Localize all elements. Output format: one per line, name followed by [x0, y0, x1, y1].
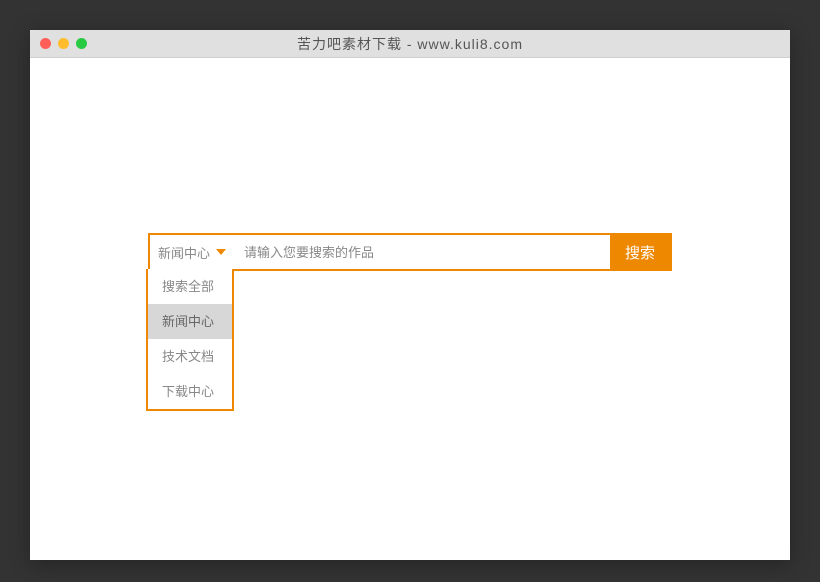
- app-window: 苦力吧素材下载 - www.kuli8.com 新闻中心 搜索 搜索全部新闻中心…: [30, 30, 790, 560]
- category-selected-label: 新闻中心: [158, 243, 210, 262]
- traffic-lights: [40, 38, 87, 49]
- search-button[interactable]: 搜索: [610, 235, 670, 269]
- search-bar: 新闻中心 搜索: [148, 233, 672, 271]
- close-window-button[interactable]: [40, 38, 51, 49]
- window-title: 苦力吧素材下载 - www.kuli8.com: [30, 30, 790, 58]
- minimize-window-button[interactable]: [58, 38, 69, 49]
- chevron-down-icon: [216, 249, 226, 255]
- category-select[interactable]: 新闻中心: [150, 235, 234, 269]
- search-input[interactable]: [234, 235, 610, 269]
- dropdown-item[interactable]: 下载中心: [148, 374, 232, 409]
- dropdown-item[interactable]: 新闻中心: [148, 304, 232, 339]
- dropdown-item[interactable]: 搜索全部: [148, 269, 232, 304]
- dropdown-item[interactable]: 技术文档: [148, 339, 232, 374]
- category-dropdown: 搜索全部新闻中心技术文档下载中心: [146, 269, 234, 411]
- maximize-window-button[interactable]: [76, 38, 87, 49]
- titlebar: 苦力吧素材下载 - www.kuli8.com: [30, 30, 790, 58]
- search-container: 新闻中心 搜索 搜索全部新闻中心技术文档下载中心: [148, 233, 672, 271]
- content-area: 新闻中心 搜索 搜索全部新闻中心技术文档下载中心: [30, 58, 790, 560]
